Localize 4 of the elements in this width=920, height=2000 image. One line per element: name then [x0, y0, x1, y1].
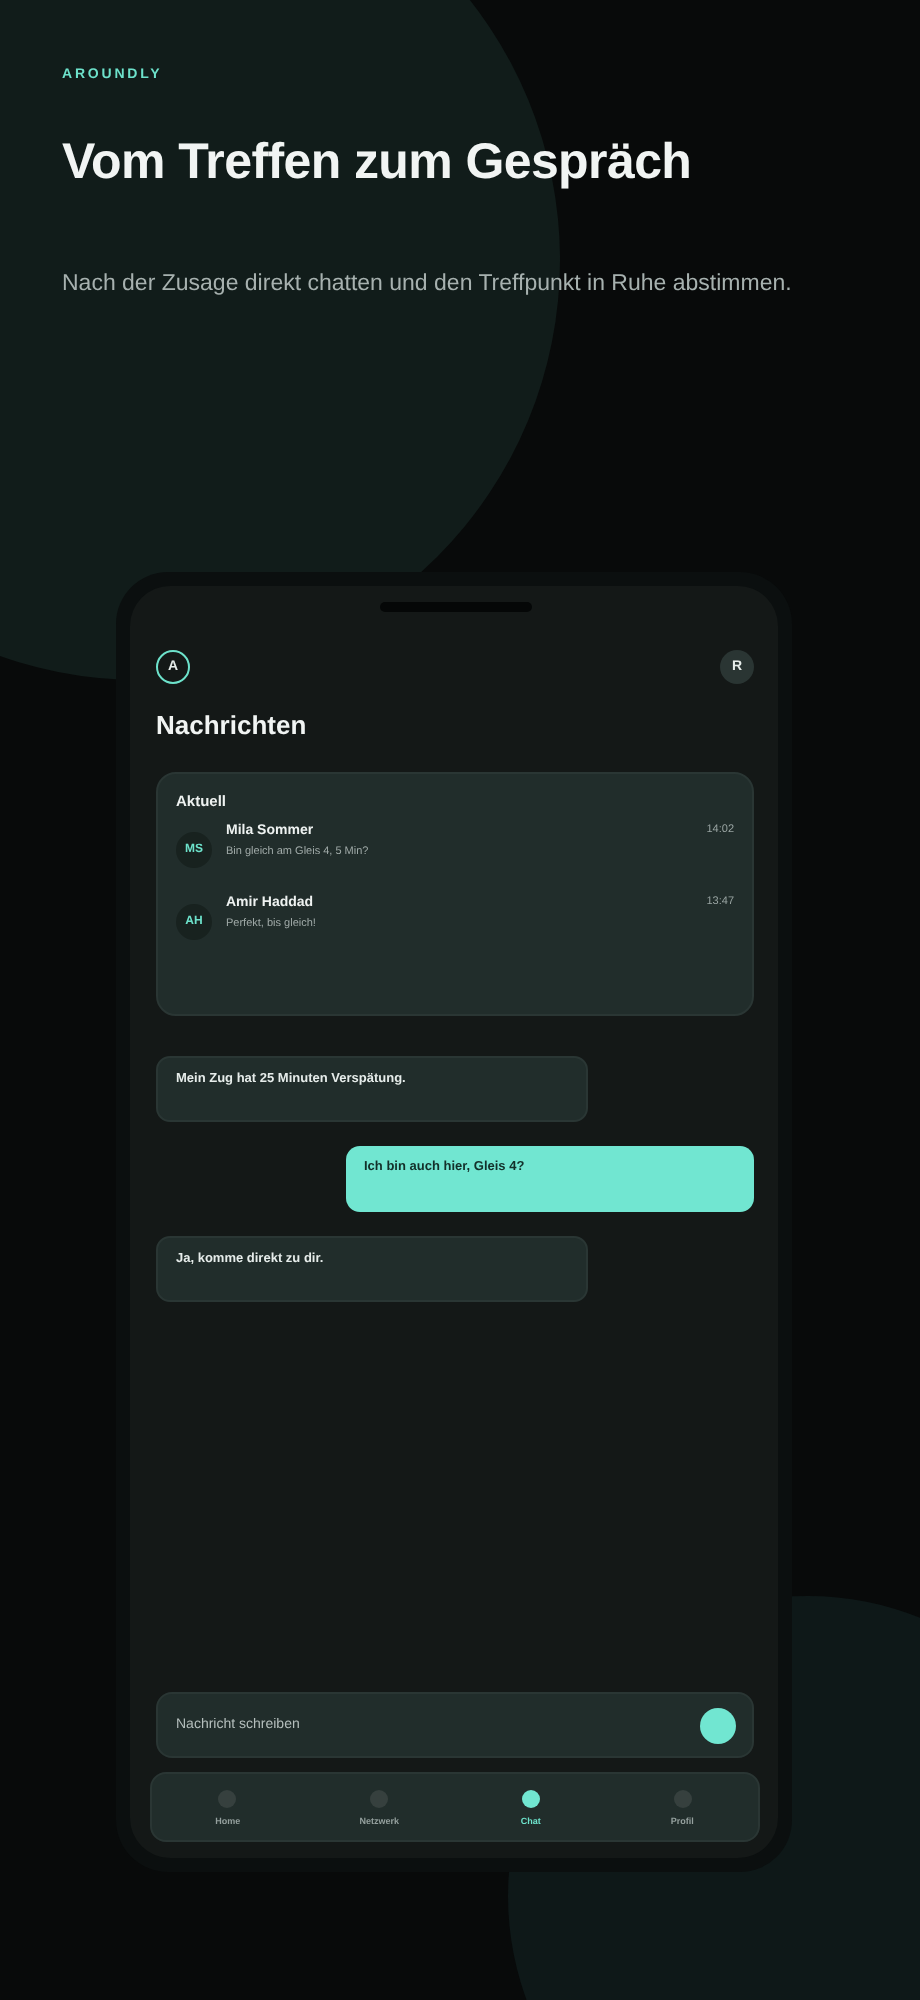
subline: Nach der Zusage direkt chatten und den Treffpunkt in Ruhe abstimmen.	[62, 272, 794, 296]
send-button[interactable]	[700, 1707, 736, 1743]
headline: Vom Treffen zum Gespräch	[62, 134, 694, 192]
screen-title: Nachrichten	[156, 710, 309, 740]
